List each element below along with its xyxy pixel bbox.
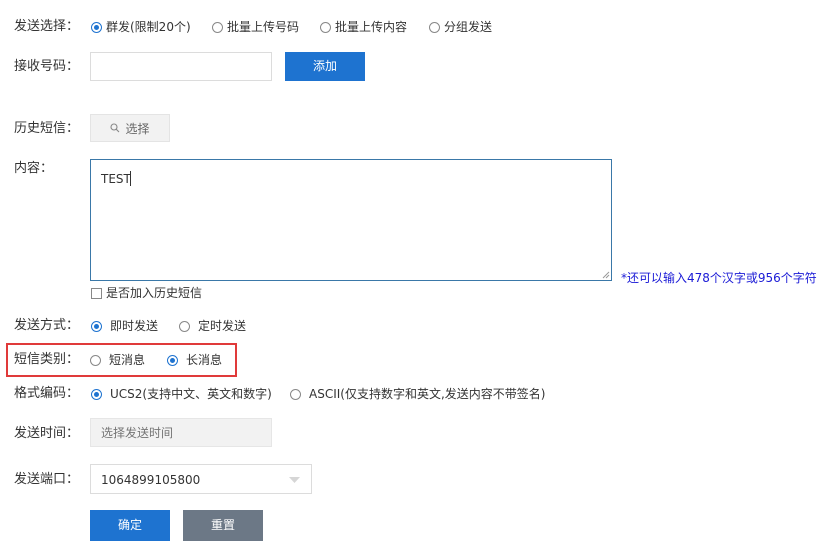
encoding-ascii[interactable]: ASCII(仅支持数字和英文,发送内容不带签名) xyxy=(290,386,545,402)
content-textarea[interactable]: TEST xyxy=(90,159,612,281)
send-time-input[interactable] xyxy=(90,418,272,447)
radio-icon[interactable] xyxy=(290,388,301,400)
send-mode-scheduled[interactable]: 定时发送 xyxy=(179,318,246,334)
encoding-ucs2[interactable]: UCS2(支持中文、英文和数字) xyxy=(91,386,272,402)
encoding-label: 格式编码： xyxy=(14,386,80,401)
radio-icon[interactable] xyxy=(179,320,190,332)
receiver-label: 接收号码： xyxy=(14,59,80,74)
history-select-button[interactable]: 选择 xyxy=(90,114,170,142)
sms-type-short[interactable]: 短消息 xyxy=(90,352,145,368)
send-choice-group-send[interactable]: 群发(限制20个) xyxy=(91,19,191,35)
send-port-label: 发送端口： xyxy=(14,472,80,487)
add-history-checkbox-row[interactable]: 是否加入历史短信 xyxy=(91,285,202,301)
radio-icon[interactable] xyxy=(91,21,102,33)
resize-handle-icon[interactable] xyxy=(601,270,610,279)
radio-icon[interactable] xyxy=(90,354,101,366)
radio-icon[interactable] xyxy=(429,21,440,33)
radio-icon[interactable] xyxy=(320,21,331,33)
content-text: TEST xyxy=(101,172,131,186)
radio-icon[interactable] xyxy=(91,388,102,400)
send-choice-group[interactable]: 分组发送 xyxy=(429,19,492,35)
send-port-value: 1064899105800 xyxy=(101,473,201,487)
send-time-label: 发送时间： xyxy=(14,426,80,441)
content-hint: *还可以输入478个汉字或956个字符 xyxy=(621,271,817,285)
content-label: 内容： xyxy=(14,161,54,176)
radio-icon[interactable] xyxy=(91,320,102,332)
radio-icon[interactable] xyxy=(212,21,223,33)
chevron-down-icon xyxy=(289,477,300,483)
sms-type-long[interactable]: 长消息 xyxy=(167,352,222,368)
search-icon xyxy=(110,123,120,133)
sms-type-label: 短信类别： xyxy=(14,352,80,367)
send-port-select[interactable]: 1064899105800 xyxy=(90,464,312,494)
radio-icon[interactable] xyxy=(167,354,178,366)
add-button[interactable]: 添加 xyxy=(285,52,365,81)
send-mode-instant[interactable]: 即时发送 xyxy=(91,318,158,334)
send-choice-batch-content[interactable]: 批量上传内容 xyxy=(320,19,407,35)
send-mode-label: 发送方式： xyxy=(14,318,80,333)
send-choice-label: 发送选择： xyxy=(14,19,80,34)
text-cursor xyxy=(130,171,131,186)
send-choice-batch-numbers[interactable]: 批量上传号码 xyxy=(212,19,299,35)
history-label: 历史短信： xyxy=(14,121,80,136)
receiver-input[interactable] xyxy=(90,52,272,81)
confirm-button[interactable]: 确定 xyxy=(90,510,170,541)
reset-button[interactable]: 重置 xyxy=(183,510,263,541)
checkbox[interactable] xyxy=(91,287,102,299)
